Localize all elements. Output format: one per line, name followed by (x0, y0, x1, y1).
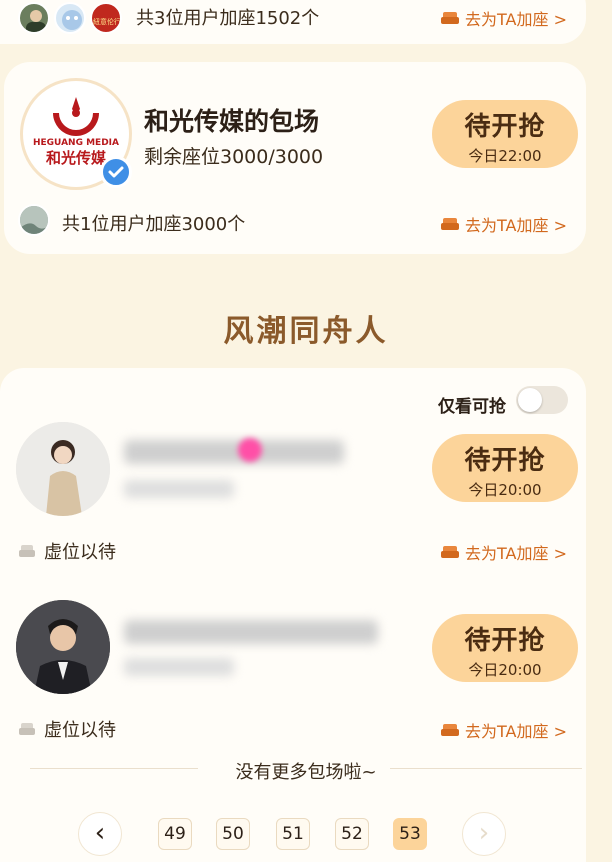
svg-text:HEGUANG MEDIA: HEGUANG MEDIA (33, 138, 119, 148)
blurred-seat-info (124, 658, 234, 676)
pagination: ‹ 49 50 51 52 53 › (0, 808, 612, 862)
user-avatar-3: 紐意伦行 (90, 2, 122, 34)
join-seat-label: 去为TA加座 > (465, 544, 567, 563)
page-number[interactable]: 49 (158, 818, 192, 850)
section-title: 风潮同舟人 (223, 314, 389, 349)
top-package-card: 紐意伦行 共3位用户加座1502个 去为TA加座 > (0, 0, 586, 44)
user-avatar-1 (18, 2, 50, 34)
empty-seat-status: 虚位以待 (18, 716, 116, 742)
join-seat-link[interactable]: 去为TA加座 > (440, 212, 567, 236)
join-seat-link[interactable]: 去为TA加座 > (440, 540, 567, 564)
user-avatar (18, 204, 50, 236)
sofa-icon (441, 724, 459, 736)
join-seat-label: 去为TA加座 > (465, 722, 567, 741)
join-seat-link[interactable]: 去为TA加座 > (440, 718, 567, 742)
sofa-icon (441, 546, 459, 558)
toggle-knob (518, 388, 542, 412)
grab-button[interactable]: 待开抢 今日20:00 (432, 434, 578, 502)
divider (390, 768, 582, 769)
grab-button[interactable]: 待开抢 今日22:00 (432, 100, 578, 168)
sofa-outline-icon (19, 545, 35, 557)
grab-button-label: 待开抢 (464, 446, 546, 476)
filter-label: 仅看可抢 (438, 397, 506, 417)
grab-button-label: 待开抢 (464, 112, 546, 142)
package-card-heguang[interactable]: HEGUANG MEDIA 和光传媒 和光传媒的包场 剩余座位3000/3000… (4, 62, 586, 254)
grab-time: 今日22:00 (468, 147, 542, 165)
user-avatar[interactable] (16, 422, 110, 516)
filter-toggle[interactable] (516, 386, 568, 414)
grab-button-label: 待开抢 (464, 626, 546, 656)
empty-seat-label: 虚位以待 (44, 542, 116, 563)
empty-seat-status: 虚位以待 (18, 538, 116, 564)
empty-seat-label: 虚位以待 (44, 720, 116, 741)
blurred-seat-info (124, 480, 234, 498)
svg-text:紐意伦行: 紐意伦行 (93, 17, 121, 26)
end-of-list: 没有更多包场啦~ (30, 758, 582, 783)
prev-page-button[interactable]: ‹ (78, 812, 122, 856)
page-number[interactable]: 52 (335, 818, 369, 850)
next-page-button[interactable]: › (462, 812, 506, 856)
grab-time: 今日20:00 (468, 661, 542, 679)
sofa-icon (441, 12, 459, 24)
user-avatar[interactable] (16, 600, 110, 694)
grab-time: 今日20:00 (468, 481, 542, 499)
end-of-list-text: 没有更多包场啦~ (235, 762, 377, 783)
sofa-icon (441, 218, 459, 230)
page-number[interactable]: 51 (276, 818, 310, 850)
verified-badge-icon (100, 156, 132, 188)
blurred-package-name (124, 620, 378, 644)
remaining-seats: 剩余座位3000/3000 (144, 146, 324, 168)
grab-button[interactable]: 待开抢 今日20:00 (432, 614, 578, 682)
user-avatar-2 (54, 2, 86, 34)
svg-text:和光传媒: 和光传媒 (46, 149, 107, 167)
sofa-outline-icon (19, 723, 35, 735)
package-users-count: 共1位用户加座3000个 (62, 214, 246, 235)
join-seat-label: 去为TA加座 > (465, 10, 567, 29)
join-seat-label: 去为TA加座 > (465, 216, 567, 235)
page-number-current[interactable]: 53 (393, 818, 427, 850)
join-seat-link[interactable]: 去为TA加座 > (440, 6, 567, 30)
heart-emoji-icon (238, 438, 262, 462)
package-title: 和光传媒的包场 (144, 107, 320, 136)
blurred-package-name (124, 440, 344, 464)
package-list-card: 仅看可抢 待开抢 今日20:00 虚位以待 去为TA加座 > 待开抢 今日20:… (0, 368, 586, 862)
package-users-count: 共3位用户加座1502个 (136, 8, 320, 29)
page-number[interactable]: 50 (216, 818, 250, 850)
